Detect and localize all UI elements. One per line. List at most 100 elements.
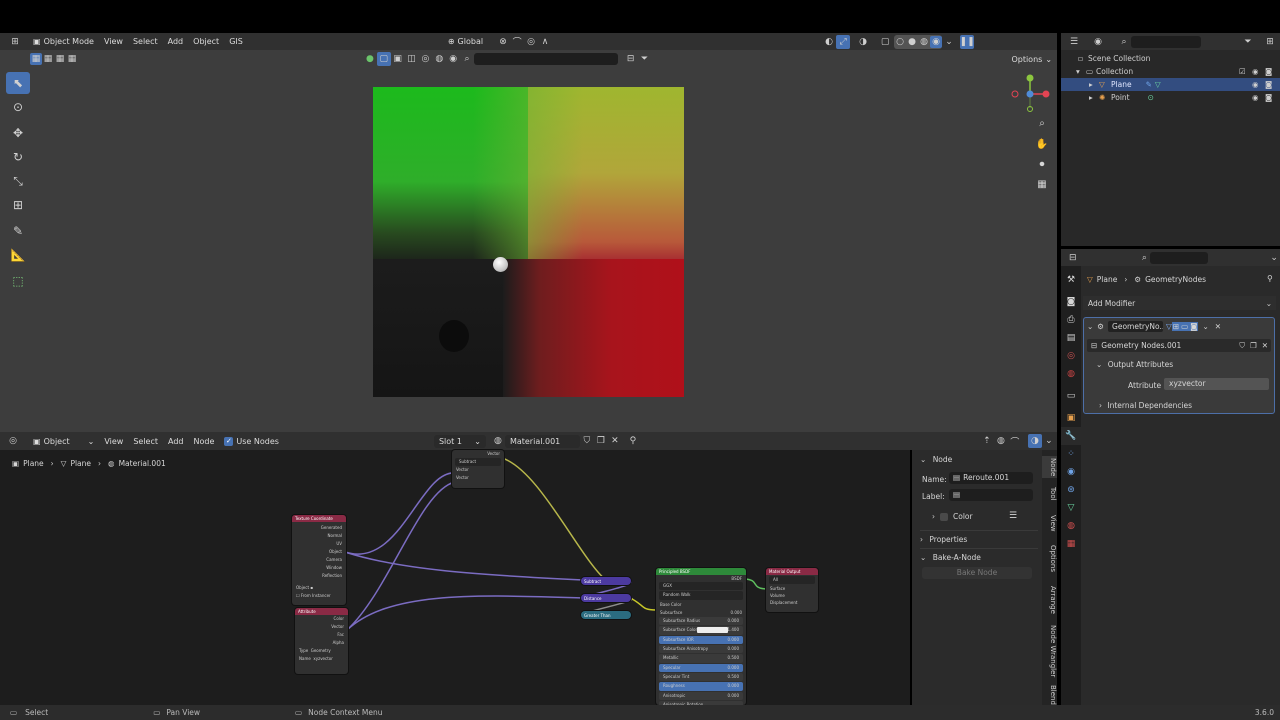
bsdf-input-row[interactable]: Base Color	[656, 601, 746, 609]
attribute-name-field[interactable]: Name xyzvector	[295, 655, 348, 663]
properties-options-icon[interactable]: ⌄	[1268, 251, 1280, 265]
node-object-field[interactable]: Object ▪	[292, 584, 346, 592]
bsdf-input-row[interactable]: Metallic 0.500	[659, 654, 743, 663]
render-tab-icon[interactable]: ◙	[1061, 293, 1081, 311]
distance-node[interactable]: Distance	[581, 594, 631, 602]
camera-view-icon[interactable]: ⏺	[1035, 159, 1049, 173]
expand-arrow-icon[interactable]: ▾	[1076, 67, 1086, 76]
expand-arrow-icon[interactable]: ▸	[1089, 93, 1099, 102]
bsdf-input-row[interactable]: Subsurface IOR 0.000	[659, 635, 743, 645]
display-mode-icon[interactable]: ◉	[1091, 35, 1105, 49]
rendered-shading-icon[interactable]: ◉	[930, 35, 943, 48]
viewport-display-icon[interactable]: ▭	[1180, 322, 1190, 331]
color-subpanel[interactable]: › Color	[932, 512, 973, 521]
unlink-icon[interactable]: ✕	[1262, 341, 1268, 350]
vector-math-subtract-node-top[interactable]: Vector Subtract Vector Vector	[452, 450, 504, 488]
camera-icon[interactable]: ◙	[1265, 93, 1272, 102]
bsdf-input-row[interactable]: Specular Tint 0.500	[659, 672, 743, 682]
physics-tab-icon[interactable]: ◉	[1061, 463, 1081, 481]
eye-icon[interactable]: ◉	[1252, 80, 1259, 89]
node-name-field[interactable]: ▤ Reroute.001	[949, 472, 1033, 484]
new-collection-icon[interactable]: ⊞	[1263, 35, 1277, 49]
attribute-node[interactable]: Attribute Color Vector Fac Alpha Type Ge…	[295, 608, 348, 674]
outliner-row-scene-collection[interactable]: ▫ Scene Collection	[1061, 52, 1280, 65]
properties-search-field[interactable]	[1150, 251, 1209, 264]
collapse-icon[interactable]: ⌄	[1087, 322, 1093, 331]
eye-icon[interactable]: ◉	[1252, 93, 1259, 102]
world-tab-icon[interactable]: ◍	[1061, 365, 1081, 383]
camera-icon[interactable]: ◙	[1265, 80, 1272, 89]
subsurface-color-swatch[interactable]	[697, 627, 728, 634]
tool-tab-icon[interactable]: ⚒	[1061, 271, 1081, 289]
particles-tab-icon[interactable]: ⁘	[1061, 445, 1081, 463]
eye-icon[interactable]: ◉	[1252, 67, 1259, 76]
render-display-icon[interactable]: ◙	[1189, 322, 1199, 331]
zoom-icon[interactable]: ⌕	[1035, 118, 1049, 132]
outliner-filter-icon[interactable]: ⏷	[1241, 35, 1255, 49]
greater-than-node[interactable]: Greater Than	[581, 611, 631, 619]
bsdf-input-row[interactable]: GGX	[659, 582, 743, 591]
node-op-dropdown[interactable]: Subtract	[455, 458, 501, 466]
bsdf-input-row[interactable]: Subsurface Radius 0.000	[659, 617, 743, 626]
parent-node-tree-icon[interactable]: ⇡	[980, 434, 994, 448]
data-tab-icon[interactable]: ▽	[1061, 499, 1081, 517]
outliner-type-icon[interactable]: ☰	[1067, 35, 1081, 49]
texture-tab-icon[interactable]: ▦	[1061, 535, 1081, 553]
expand-arrow-icon[interactable]: ▸	[1089, 80, 1099, 89]
overlay-dropdown-icon[interactable]: ⌄	[1042, 434, 1056, 448]
duplicate-icon[interactable]: ❐	[1250, 341, 1257, 350]
material-tab-icon[interactable]: ◍	[1061, 517, 1081, 535]
bsdf-input-row[interactable]: Specular 0.000	[659, 663, 743, 672]
fake-user-icon[interactable]: ⛉	[1239, 341, 1245, 351]
bsdf-input-row[interactable]: Random Walk	[659, 591, 743, 600]
scene-tab-icon[interactable]: ◎	[1061, 347, 1081, 365]
attribute-field[interactable]: xyzvector	[1164, 378, 1269, 390]
node-tree-icon[interactable]: ⊟	[1091, 341, 1097, 350]
pin-icon[interactable]: ⚲	[1267, 274, 1273, 283]
bsdf-input-row[interactable]: Subsurface Anisotropy 0.000	[659, 645, 743, 654]
modifier-name-field[interactable]: GeometryNo...	[1108, 321, 1164, 332]
bsdf-input-row[interactable]: Roughness 0.000	[659, 682, 743, 691]
node-section-header[interactable]: ⌄ Node	[920, 455, 952, 464]
bsdf-input-row[interactable]: Anisotropic 0.000	[659, 691, 743, 700]
node-label-field[interactable]: ▤	[949, 489, 1033, 501]
tab-options[interactable]: Options	[1042, 543, 1057, 575]
from-instancer-checkbox[interactable]: ☐ From Instancer	[292, 592, 346, 600]
output-tab-icon[interactable]: ⎙	[1061, 311, 1081, 329]
pause-icon[interactable]: ❚❚	[960, 34, 975, 49]
bake-section-header[interactable]: ⌄ Bake-A-Node	[920, 548, 1038, 562]
tab-node-wrangler[interactable]: Node Wrangler	[1042, 624, 1057, 678]
outliner-row-plane[interactable]: ▸ ▽ Plane ✎ ▽ ◉ ◙	[1061, 78, 1280, 91]
outliner-row-point[interactable]: ▸ ✺ Point ⊙ ◉ ◙	[1061, 91, 1280, 104]
tab-arrange[interactable]: Arrange	[1042, 584, 1057, 616]
collection-tab-icon[interactable]: ▭	[1061, 387, 1081, 405]
outliner-search-field[interactable]	[1131, 35, 1201, 48]
checkbox-icon[interactable]: ☑	[1239, 67, 1246, 76]
internal-dependencies-panel[interactable]: › Internal Dependencies	[1099, 401, 1192, 410]
tab-tool[interactable]: Tool	[1042, 484, 1057, 504]
snap-node-icon[interactable]: ◍	[994, 434, 1008, 448]
magnet-icon[interactable]: ⌒	[1008, 434, 1022, 448]
properties-type-icon[interactable]: ⊟	[1067, 251, 1079, 265]
target-dropdown[interactable]: All	[769, 576, 815, 584]
bsdf-input-row[interactable]: Subsurface Color 1.400	[659, 626, 743, 635]
properties-section-header[interactable]: › Properties	[920, 530, 1038, 544]
bake-node-button[interactable]: Bake Node	[922, 567, 1032, 579]
subtract-node[interactable]: Subtract	[581, 577, 631, 585]
modifier-tab-icon[interactable]: 🔧	[1061, 427, 1081, 445]
output-attributes-panel[interactable]: ⌄ Output Attributes	[1096, 360, 1173, 369]
outliner-row-collection[interactable]: ▾ ▭ Collection ☑ ◉ ◙	[1061, 65, 1280, 78]
grid-view-icon[interactable]: ▦	[1035, 179, 1049, 193]
overlay-node-icon[interactable]: ◑	[1027, 434, 1042, 448]
options-dropdown[interactable]: Options ⌄	[1006, 50, 1057, 68]
tab-node[interactable]: Node	[1042, 456, 1057, 478]
close-icon[interactable]: ✕	[1215, 322, 1221, 331]
shading-dropdown-icon[interactable]: ⌄	[942, 35, 956, 49]
color-list-icon[interactable]: ☰	[1009, 511, 1017, 521]
material-shading-icon[interactable]: ◍	[918, 36, 930, 48]
camera-icon[interactable]: ◙	[1265, 67, 1272, 76]
pan-hand-icon[interactable]: ✋	[1035, 139, 1049, 153]
node-group-name[interactable]: Geometry Nodes.001	[1101, 341, 1239, 350]
bsdf-input-row[interactable]: Subsurface 0.000	[656, 609, 746, 617]
tab-blend[interactable]: Blend	[1042, 684, 1057, 706]
